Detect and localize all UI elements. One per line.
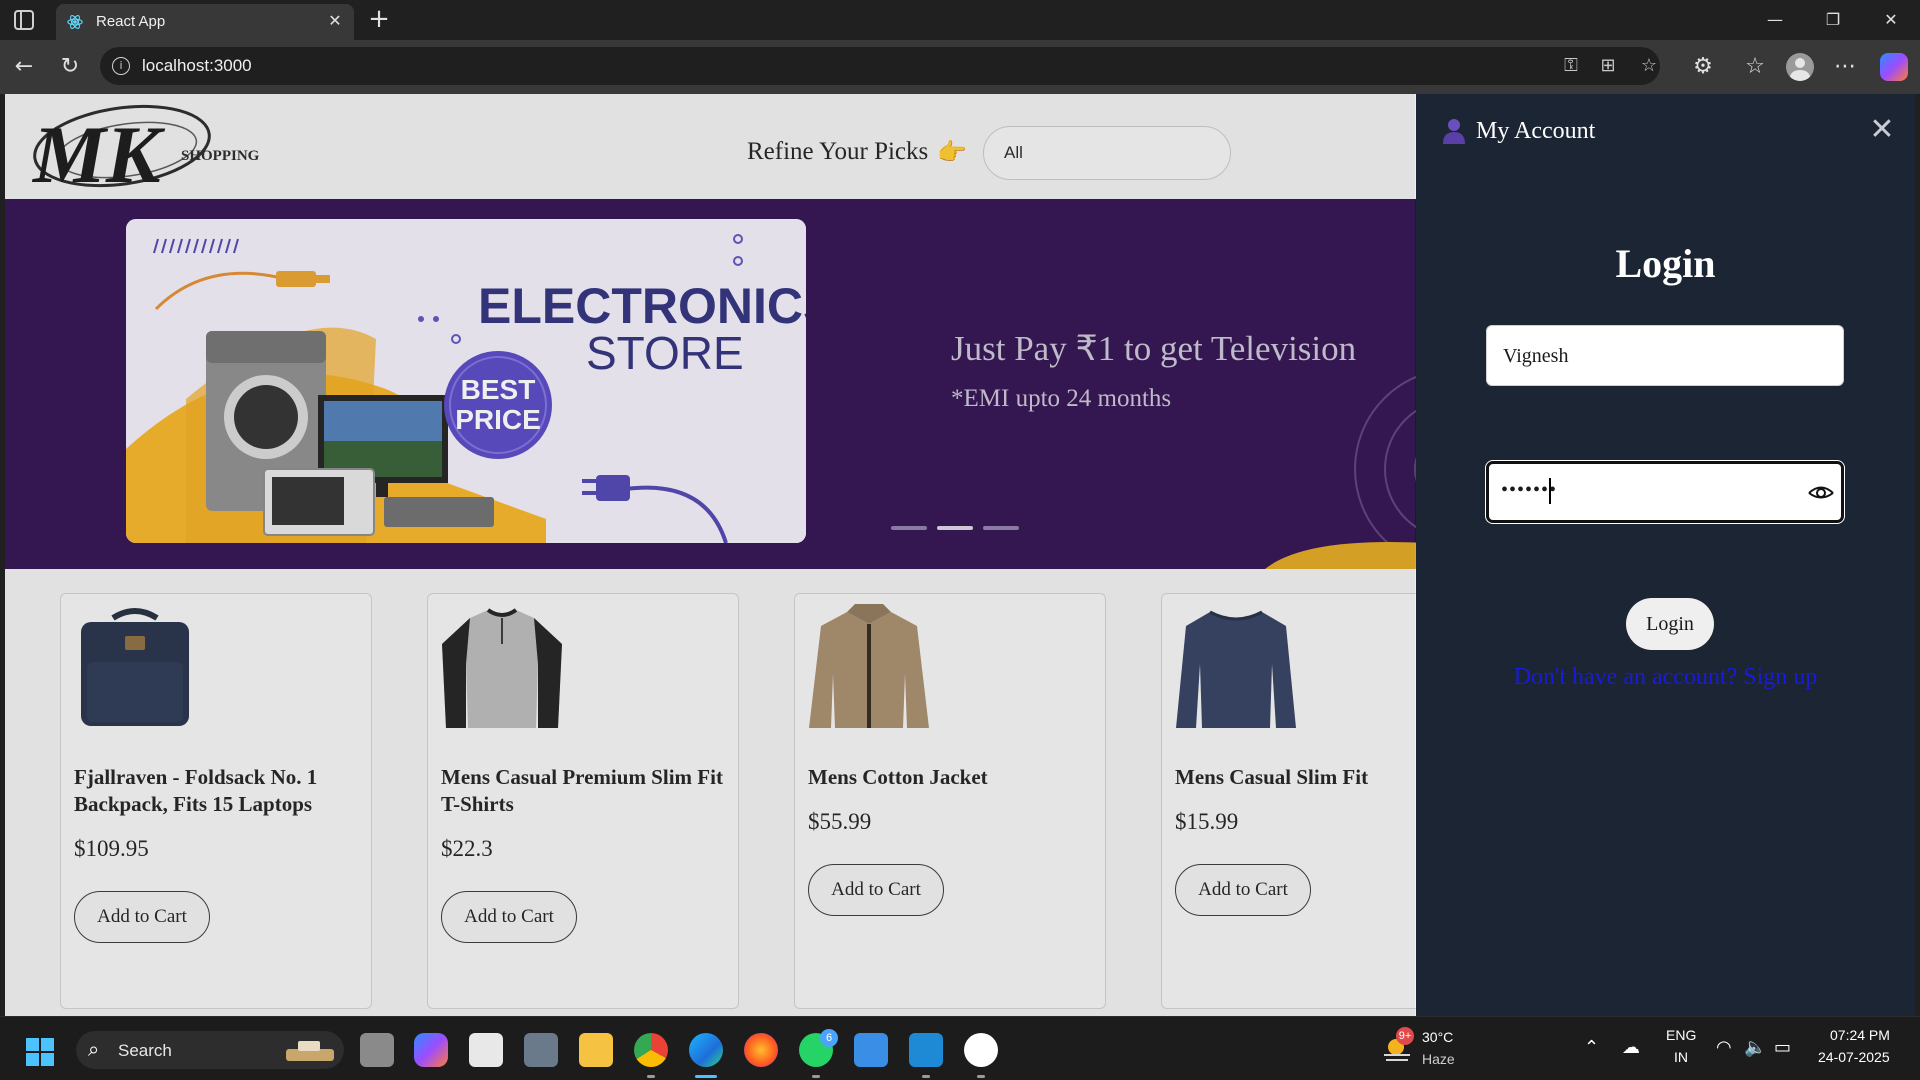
compass-running-indicator [977,1075,985,1078]
user-icon [1443,119,1465,144]
site-info-icon[interactable]: i [112,57,130,75]
restore-icon[interactable]: ❐ [1818,8,1848,32]
mongodb-compass-icon[interactable] [964,1033,998,1067]
password-input[interactable]: ••••••• [1486,461,1844,523]
search-label: Search [118,1041,172,1060]
whatsapp-badge: 6 [820,1029,838,1047]
copilot-app-icon[interactable] [414,1033,448,1067]
browser-tab[interactable]: React App ✕ [56,4,354,40]
react-favicon-icon [67,15,83,29]
username-value: Vignesh [1503,345,1569,367]
chrome-running-indicator [647,1075,655,1078]
address-bar[interactable]: i localhost:3000 ⚿ ⊞ ☆ [100,47,1660,85]
clock-date[interactable]: 24-07-2025 [1818,1049,1890,1065]
whatsapp-running-indicator [812,1075,820,1078]
microsoft-store-icon[interactable] [469,1033,503,1067]
login-button[interactable]: Login [1626,598,1714,650]
back-icon[interactable]: ← [11,54,37,80]
taskbar-search[interactable]: ⌕ Search [76,1031,344,1069]
onedrive-icon[interactable]: ☁ [1622,1037,1640,1058]
weather-condition[interactable]: Haze [1422,1051,1455,1067]
account-drawer: My Account ✕ Login Vignesh ••••••• Login… [1416,94,1915,1016]
weather-temperature[interactable]: 30°C [1422,1029,1453,1045]
vscode-running-indicator [922,1075,930,1078]
tab-actions-icon[interactable] [14,10,34,30]
password-key-icon[interactable]: ⚿ [1560,55,1582,77]
window-close-icon[interactable]: ✕ [1876,8,1906,32]
more-menu-icon[interactable]: ⋯ [1832,54,1858,80]
firefox-icon[interactable] [744,1033,778,1067]
favorite-star-icon[interactable]: ☆ [1638,55,1660,77]
copilot-icon[interactable] [1880,53,1908,81]
drawer-backdrop[interactable] [5,94,1415,1016]
wifi-icon[interactable]: ◠ [1716,1037,1732,1058]
signup-link[interactable]: Don't have an account? Sign up [1416,664,1915,691]
drawer-close-icon[interactable]: ✕ [1868,115,1896,145]
vscode-icon[interactable] [909,1033,943,1067]
new-tab-icon[interactable]: + [365,6,393,34]
minimize-icon[interactable]: — [1760,8,1790,32]
page-viewport: MK SHOPPING Refine Your Picks 👉 All BEST… [5,94,1915,1016]
favorites-icon[interactable]: ☆ [1742,54,1768,80]
chrome-icon[interactable] [634,1033,668,1067]
language-region[interactable]: IN [1674,1049,1688,1065]
username-input[interactable]: Vignesh [1486,325,1844,386]
calculator-icon[interactable] [524,1033,558,1067]
clock-time[interactable]: 07:24 PM [1830,1027,1890,1043]
tab-close-icon[interactable]: ✕ [326,12,344,30]
windows-start-icon[interactable] [26,1038,54,1066]
show-password-eye-icon[interactable] [1807,480,1835,504]
login-heading: Login [1615,241,1716,286]
address-url[interactable]: localhost:3000 [142,56,252,76]
weather-badge: 9+ [1396,1027,1414,1045]
windows-taskbar: ⌕ Search 6 9+ 30°C Haze ⌃ ☁ ENG IN ◠ 🔈 ▭… [0,1016,1920,1080]
volume-icon[interactable]: 🔈 [1744,1037,1766,1058]
drawer-title: My Account [1476,118,1596,144]
edge-active-indicator [695,1075,717,1078]
profile-avatar[interactable] [1786,53,1814,81]
browser-toolbar: ← ↻ i localhost:3000 ⚿ ⊞ ☆ ⚙ ☆ ⋯ [0,40,1920,94]
notepad-icon[interactable] [854,1033,888,1067]
text-caret [1549,478,1551,504]
task-view-icon[interactable] [360,1033,394,1067]
extensions-icon[interactable]: ⚙ [1690,54,1716,80]
edge-icon[interactable] [689,1033,723,1067]
refresh-icon[interactable]: ↻ [57,54,83,80]
search-highlight-icon [286,1041,334,1061]
show-hidden-icons-icon[interactable]: ⌃ [1584,1037,1599,1058]
app-available-icon[interactable]: ⊞ [1597,55,1619,77]
tab-title: React App [96,13,166,30]
battery-icon[interactable]: ▭ [1774,1037,1791,1058]
file-explorer-icon[interactable] [579,1033,613,1067]
search-icon: ⌕ [88,1037,100,1061]
browser-tabstrip: React App ✕ + — ❐ ✕ [0,0,1920,40]
language-code[interactable]: ENG [1666,1027,1696,1043]
